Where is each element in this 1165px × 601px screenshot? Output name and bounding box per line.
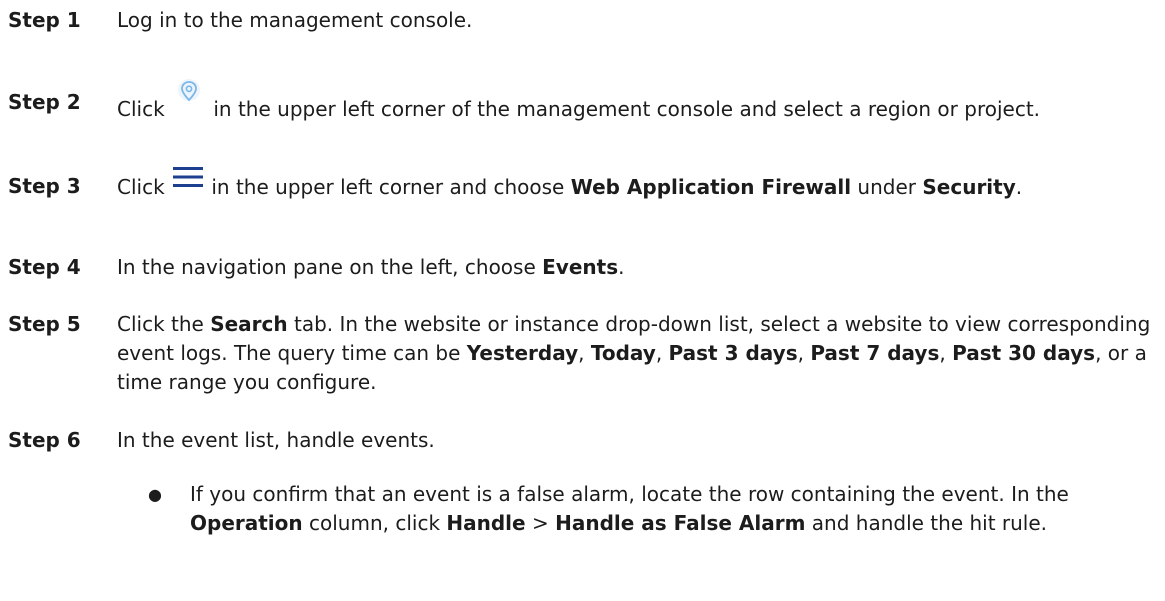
step-text: Click in the upper left corner of the ma… [117,79,1152,124]
console-term: Security [922,175,1016,199]
step-5: Step 5 Click the Search tab. In the webs… [8,310,1158,397]
step-label: Step 2 [8,90,81,114]
step-3: Step 3 Click in the upper left corner an… [8,167,1158,202]
hamburger-menu-icon [173,166,204,188]
console-term: Search [210,312,288,336]
step-2: Step 2 Click in the upper left corner of… [8,79,1158,124]
step-label: Step 1 [8,8,81,32]
console-term: Operation [190,511,303,535]
step-text: Click in the upper left corner and choos… [117,167,1152,202]
console-term: Web Application Firewall [570,175,852,199]
step-4: Step 4 In the navigation pane on the lef… [8,253,1158,282]
step-text: In the navigation pane on the left, choo… [117,255,625,279]
console-term: Handle as False Alarm [555,511,806,535]
step-label: Step 6 [8,428,81,452]
step-text: In the event list, handle events. [117,428,435,452]
step-6: Step 6 In the event list, handle events. [8,426,1158,455]
step-label: Step 5 [8,312,81,336]
step-1: Step 1 Log in to the management console. [8,6,1158,35]
bullet-text: If you confirm that an event is a false … [190,482,1069,535]
step-text: Click the Search tab. In the website or … [117,312,1151,394]
console-term: Yesterday [466,341,579,365]
console-term: Today [590,341,656,365]
console-term: Handle [446,511,526,535]
console-term: Events [542,255,619,279]
console-term: Past 30 days [952,341,1096,365]
bullet-item: ● If you confirm that an event is a fals… [148,480,1158,538]
step-text: Log in to the management console. [117,8,473,32]
step-label: Step 3 [8,174,81,198]
console-term: Past 3 days [668,341,798,365]
step-label: Step 4 [8,255,81,279]
console-term: Past 7 days [810,341,940,365]
location-pin-icon [173,78,205,106]
bullet-icon: ● [148,485,162,504]
